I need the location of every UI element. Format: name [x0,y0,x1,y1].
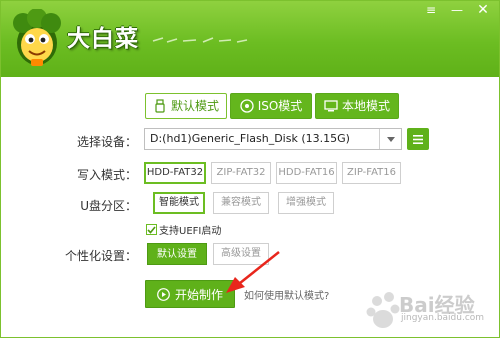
tab-local-label: 本地模式 [341,99,390,113]
start-label: 开始制作 [174,287,223,302]
write-mode-label: 写入模式： [76,168,137,182]
disc-icon [240,99,254,113]
write-mode-hdd-fat16[interactable]: HDD-FAT16 [276,162,337,184]
minimize-icon: — [451,3,463,17]
cabbage-mascot-logo [13,9,61,66]
device-select-value: D:(hd1)Generic_Flash_Disk (13.15G) [150,132,350,145]
watermark-url: jingyan.baidu.com [401,313,485,323]
advanced-settings-button[interactable]: 高级设置 [213,243,269,265]
play-icon [157,287,170,301]
help-link[interactable]: 如何使用默认模式? [244,287,329,302]
partition-label: U盘分区： [80,199,137,213]
tab-default-label: 默认模式 [170,99,219,113]
close-icon: ✕ [477,2,489,18]
window-minimize-button[interactable]: — [447,1,467,19]
device-label: 选择设备： [76,135,137,149]
monitor-icon [324,100,338,112]
usb-icon [155,99,165,113]
write-mode-hdd-fat32[interactable]: HDD-FAT32 [144,162,206,184]
list-icon [413,134,423,144]
title-bar: 大白菜 ≡ — ✕ [1,1,499,77]
uefi-checkbox[interactable]: 支持UEFI启动 [146,222,221,237]
window-close-button[interactable]: ✕ [473,1,493,19]
device-options-button[interactable] [407,128,429,150]
checkbox-checked-icon [146,224,157,235]
menu-icon: ≡ [425,3,437,17]
window-menu-button[interactable]: ≡ [421,1,441,19]
device-select[interactable]: D:(hd1)Generic_Flash_Disk (13.15G) [144,128,402,150]
tab-iso-label: ISO模式 [257,99,303,113]
uefi-label: 支持UEFI启动 [159,226,222,237]
write-mode-zip-fat32[interactable]: ZIP-FAT32 [211,162,271,184]
default-settings-button[interactable]: 默认设置 [147,243,207,265]
partition-compat-mode[interactable]: 兼容模式 [213,192,269,214]
chevron-down-icon[interactable] [379,129,401,149]
partition-enhance-mode[interactable]: 增强模式 [278,192,334,214]
personalize-label: 个性化设置： [64,249,137,263]
app-window: 大白菜 ≡ — ✕ 默认模式 ISO模式 本地模式 选择设备： D:(hd1)G… [0,0,500,338]
write-mode-zip-fat16[interactable]: ZIP-FAT16 [342,162,401,184]
partition-smart-mode[interactable]: 智能模式 [153,192,205,214]
tab-default-mode[interactable]: 默认模式 [145,93,227,119]
tab-iso-mode[interactable]: ISO模式 [230,93,312,119]
tab-local-mode[interactable]: 本地模式 [315,93,399,119]
slogan-graphic [152,37,248,43]
start-make-button[interactable]: 开始制作 [145,280,235,308]
brand-title: 大白菜 [67,26,139,52]
